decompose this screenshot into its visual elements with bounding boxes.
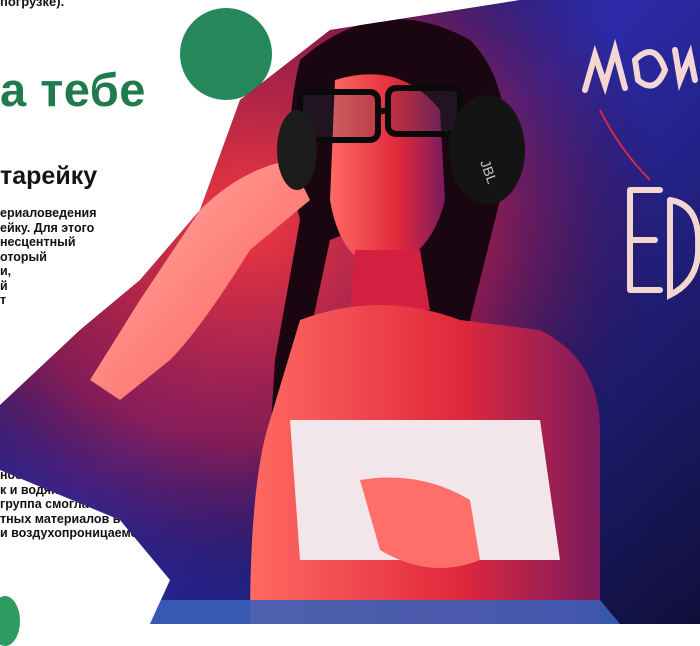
glasses [297, 85, 463, 143]
neon-portrait-photo: JBL [0, 0, 700, 624]
